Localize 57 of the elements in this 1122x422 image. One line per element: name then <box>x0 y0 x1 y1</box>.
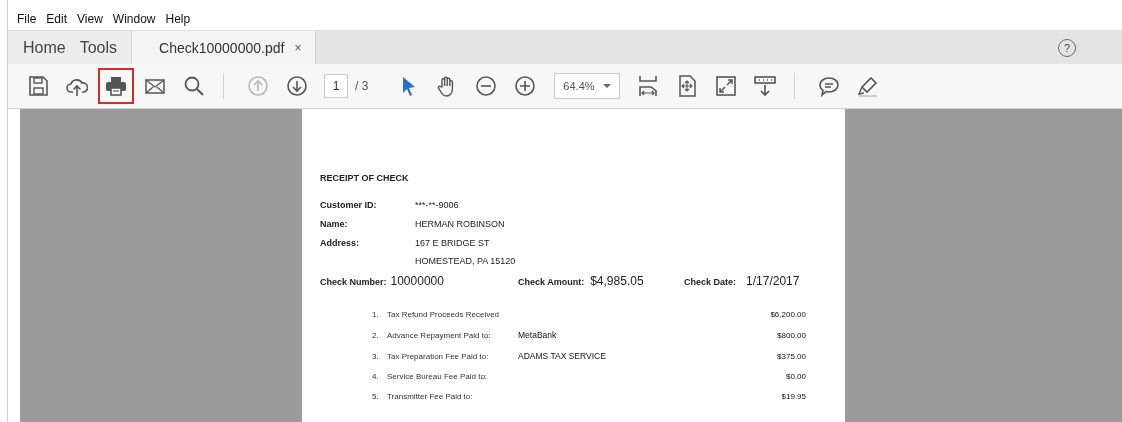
scroll-mode-icon <box>754 75 777 97</box>
menu-item[interactable]: Edit <box>41 12 73 26</box>
payee-name: MetaBank <box>518 330 558 340</box>
caret-icon <box>603 84 612 88</box>
field-label: Name: <box>320 219 349 229</box>
zoom-in-icon <box>514 75 537 97</box>
item-amount: $0.00 <box>784 372 806 381</box>
field-value: 1/17/2017 <box>746 274 800 288</box>
zoom-dropdown[interactable]: 64.4% <box>554 73 621 99</box>
field-value: 10000000 <box>390 274 444 288</box>
item-number: 2. <box>372 331 380 340</box>
comment-icon <box>818 75 841 97</box>
field-value: 167 E BRIDGE ST <box>415 238 491 248</box>
document-tab[interactable]: Check10000000.pdf × <box>132 31 317 64</box>
print-button[interactable] <box>98 68 134 104</box>
field-label: Address: <box>320 238 360 250</box>
save-icon <box>27 75 49 97</box>
item-amount: $19.95 <box>780 392 806 401</box>
page-count: / 3 <box>355 79 369 93</box>
zoom-out-icon <box>475 75 498 97</box>
item-number: 3. <box>372 352 380 361</box>
menu-item[interactable]: View <box>72 12 108 26</box>
menu-item[interactable]: File <box>12 12 42 26</box>
tab-title: Check10000000.pdf <box>159 39 285 56</box>
item-label: Tax Refund Proceeds Received <box>387 310 501 319</box>
document-title: RECEIPT OF CHECK <box>320 173 410 183</box>
field-value: ***-**-9006 <box>415 200 460 210</box>
nav-tab[interactable]: Home <box>23 38 66 57</box>
field-value: HERMAN ROBINSON <box>415 219 506 229</box>
item-amount: $800.00 <box>776 331 806 340</box>
payee-name: ADAMS TAX SERVICE <box>518 351 607 361</box>
field-label: Check Amount: <box>518 277 585 287</box>
field-value: $4,985.05 <box>590 274 644 288</box>
item-number: 1. <box>372 310 380 319</box>
item-label: Service Bureau Fee Paid to: <box>387 372 489 381</box>
highlighter-icon <box>857 75 880 97</box>
item-amount: $375.00 <box>776 352 806 361</box>
menu-item[interactable]: Window <box>107 12 161 26</box>
nav-tab[interactable]: Tools <box>79 38 118 57</box>
fit-width-icon <box>637 75 660 97</box>
item-label: Transmitter Fee Paid to: <box>387 392 474 401</box>
field-value: HOMESTEAD, PA 15120 <box>415 256 517 266</box>
search-icon <box>183 75 205 97</box>
item-amount: $6,200.00 <box>770 310 806 319</box>
page-number-field[interactable]: 1 <box>324 74 348 98</box>
item-number: 5. <box>372 392 380 401</box>
menu-item[interactable]: Help <box>160 12 196 26</box>
item-number: 4. <box>372 372 380 381</box>
field-label: Check Date: <box>684 277 737 287</box>
print-icon <box>105 75 127 97</box>
field-label: Check Number: <box>320 277 387 287</box>
close-tab-button[interactable]: × <box>294 40 302 55</box>
item-label: Advance Repayment Paid to: <box>387 331 492 340</box>
full-screen-icon <box>715 75 738 97</box>
field-label: Customer ID: <box>320 200 378 210</box>
item-label: Tax Preparation Fee Paid to: <box>387 352 490 361</box>
fit-page-icon <box>676 75 699 97</box>
